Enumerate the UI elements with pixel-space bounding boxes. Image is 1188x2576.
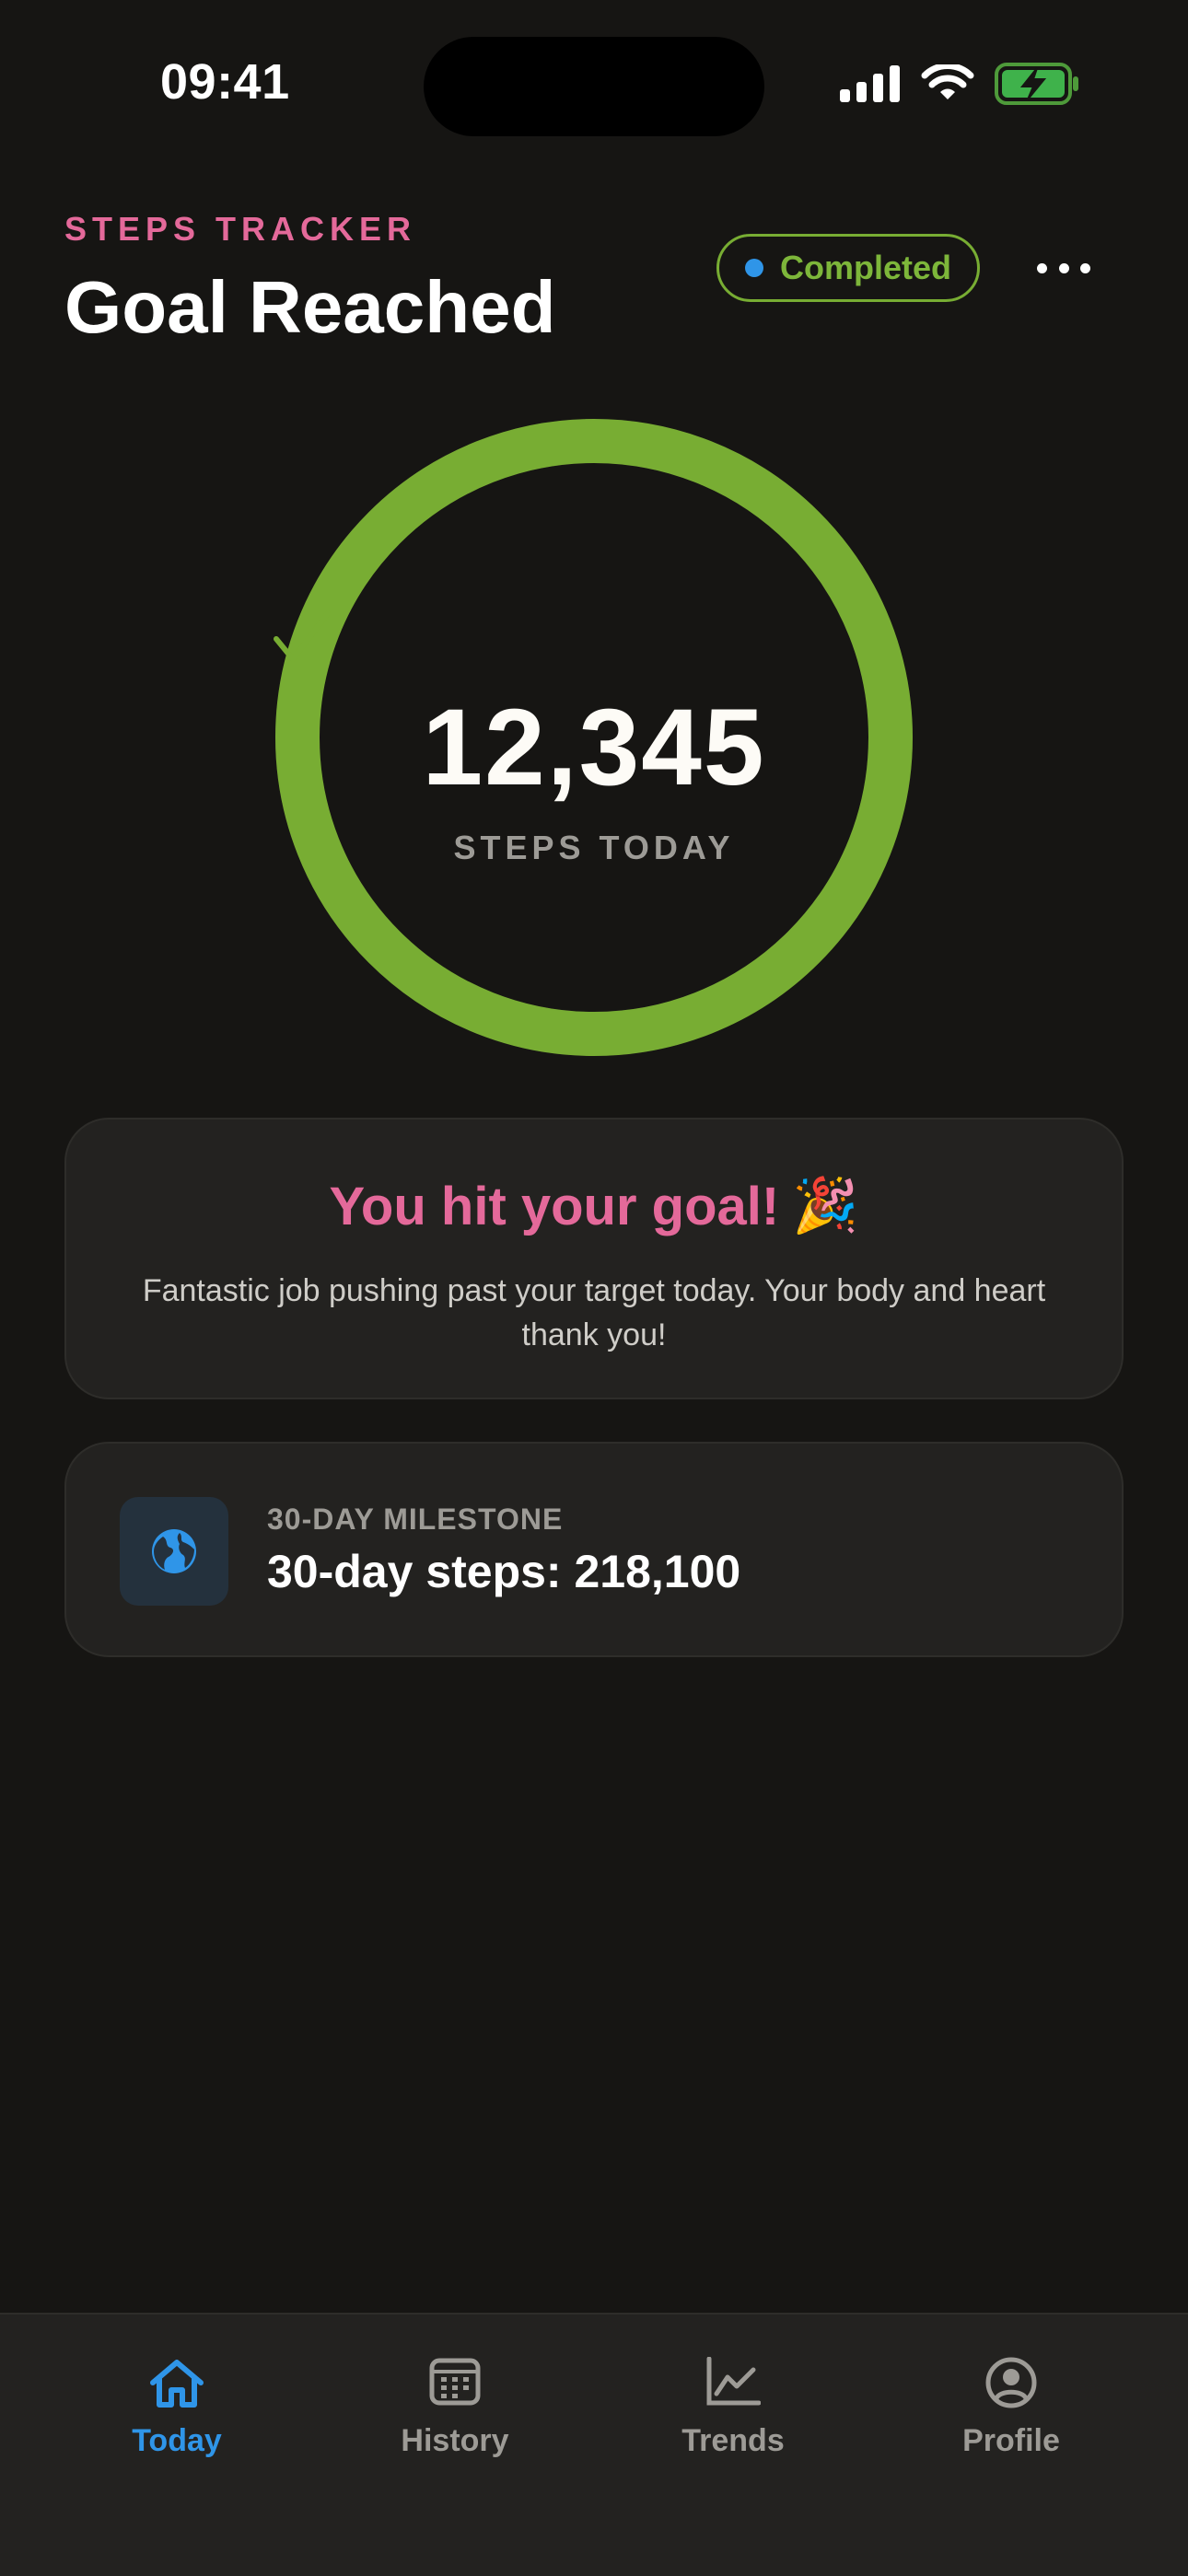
wifi-icon bbox=[921, 64, 974, 99]
dynamic-island bbox=[424, 37, 764, 136]
tab-label: Trends bbox=[681, 2423, 785, 2458]
more-dot bbox=[1037, 262, 1047, 273]
chart-icon bbox=[595, 2357, 871, 2407]
goal-card: You hit your goal! 🎉 Fantastic job pushi… bbox=[64, 1118, 1124, 1399]
milestone-card[interactable]: 30-DAY MILESTONE 30-day steps: 218,100 bbox=[64, 1442, 1124, 1657]
tab-bar: Today History Trends Profile bbox=[0, 2313, 1188, 2576]
globe-icon bbox=[120, 1497, 228, 1606]
goal-message: Fantastic job pushing past your target t… bbox=[142, 1273, 1046, 1352]
steps-count: 12,345 bbox=[422, 687, 766, 808]
milestone-eyebrow: 30-DAY MILESTONE bbox=[267, 1503, 564, 1536]
home-icon bbox=[39, 2357, 315, 2410]
party-popper-icon: 🎉 bbox=[792, 1176, 859, 1236]
calendar-icon bbox=[317, 2357, 593, 2407]
goal-title-text: You hit your goal! bbox=[329, 1176, 780, 1236]
more-options-button[interactable] bbox=[1031, 245, 1096, 291]
signal-icon bbox=[840, 65, 900, 102]
steps-label: STEPS TODAY bbox=[453, 829, 735, 866]
status-badge-label: Completed bbox=[779, 249, 951, 286]
tab-profile[interactable]: Profile bbox=[873, 2315, 1149, 2499]
status-icons bbox=[840, 63, 1079, 105]
more-dot bbox=[1080, 262, 1090, 273]
status-bar: 09:41 bbox=[0, 0, 1188, 175]
tab-label: Today bbox=[132, 2423, 222, 2458]
milestone-value: 30-day steps: 218,100 bbox=[267, 1546, 741, 1597]
user-icon bbox=[873, 2357, 1149, 2408]
goal-title: You hit your goal! 🎉 bbox=[66, 1175, 1122, 1237]
tab-label: History bbox=[401, 2423, 509, 2458]
tab-trends[interactable]: Trends bbox=[595, 2315, 871, 2499]
more-dot bbox=[1058, 262, 1069, 273]
tab-label: Profile bbox=[962, 2423, 1060, 2458]
tab-history[interactable]: History bbox=[317, 2315, 593, 2499]
tab-today[interactable]: Today bbox=[39, 2315, 315, 2499]
page-title: Goal Reached bbox=[64, 266, 556, 348]
steps-progress-ring: 12,345 STEPS TODAY bbox=[273, 416, 915, 1059]
status-dot bbox=[744, 259, 763, 277]
status-time: 09:41 bbox=[160, 54, 290, 110]
status-badge: Completed bbox=[716, 234, 980, 302]
battery-charging-icon bbox=[995, 63, 1078, 105]
app-eyebrow: STEPS TRACKER bbox=[64, 210, 417, 248]
